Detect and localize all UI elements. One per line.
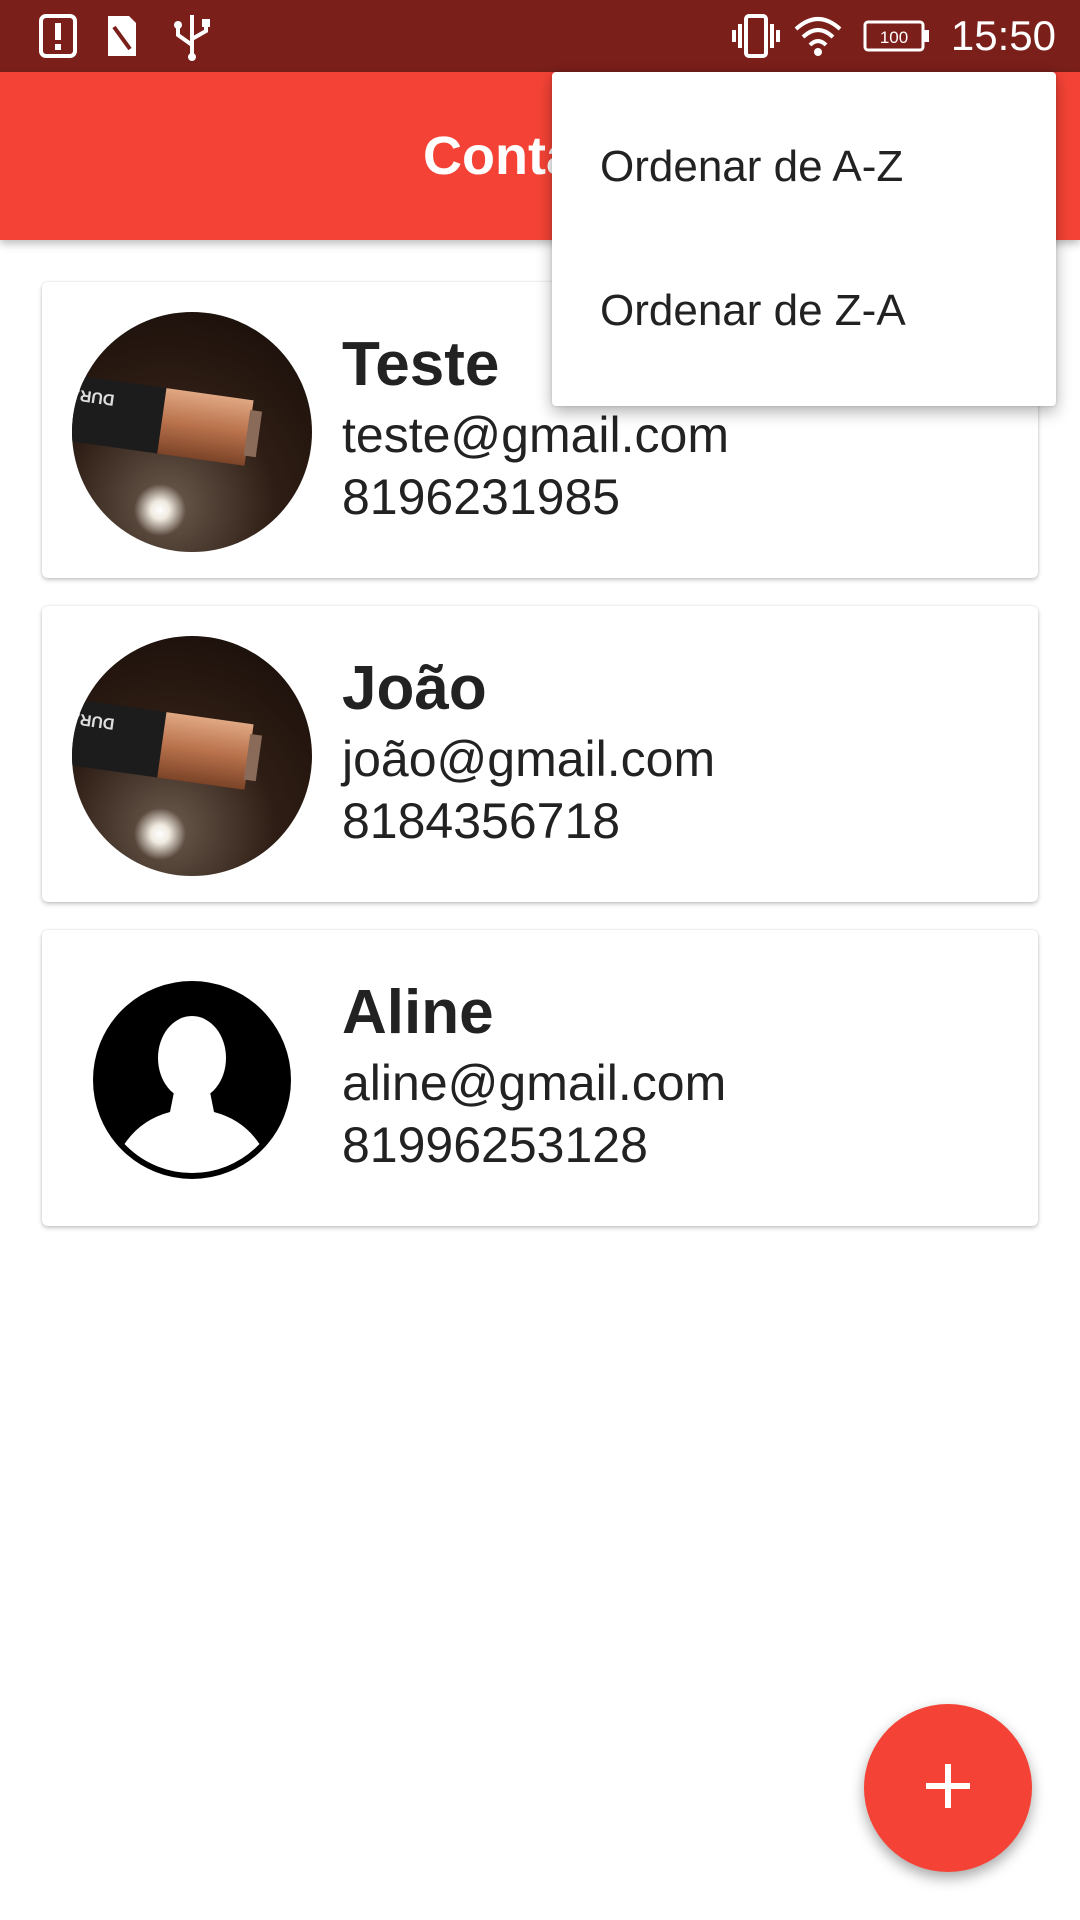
contact-photo: DURACELL [72, 312, 312, 552]
contact-card[interactable]: Aline aline@gmail.com 81996253128 [42, 930, 1038, 1226]
contact-email: teste@gmail.com [342, 407, 729, 463]
contact-name: Aline [342, 978, 494, 1047]
contact-email: aline@gmail.com [342, 1055, 727, 1111]
contact-photo: DURACELL [72, 636, 312, 876]
contact-phone: 81996253128 [342, 1117, 648, 1173]
sort-menu: Ordenar de A-Z Ordenar de Z-A [552, 72, 1056, 406]
default-person-icon [72, 960, 312, 1200]
status-time: 15:50 [950, 12, 1056, 59]
sim-card-icon [96, 10, 148, 62]
contact-card[interactable]: DURACELL João joão@gmail.com 8184356718 [42, 606, 1038, 902]
contact-list: DURACELL Teste teste@gmail.com 819623198… [42, 282, 1038, 1254]
menu-item-sort-za[interactable]: Ordenar de Z-A [552, 239, 1056, 383]
status-bar: 100 15:50 [0, 0, 1080, 72]
menu-item-sort-az[interactable]: Ordenar de A-Z [552, 95, 1056, 239]
contact-email: joão@gmail.com [342, 731, 716, 787]
contact-name: João [342, 654, 487, 723]
contact-phone: 8196231985 [342, 469, 621, 525]
usb-icon [166, 10, 218, 62]
battery-icon: 100 [862, 10, 932, 62]
alert-icon [32, 10, 84, 62]
add-contact-button[interactable] [864, 1704, 1032, 1872]
contact-phone: 8184356718 [342, 793, 621, 849]
battery-level: 100 [880, 28, 908, 47]
plus-icon [924, 1762, 972, 1815]
vibrate-icon [730, 10, 782, 62]
wifi-icon [792, 10, 844, 62]
